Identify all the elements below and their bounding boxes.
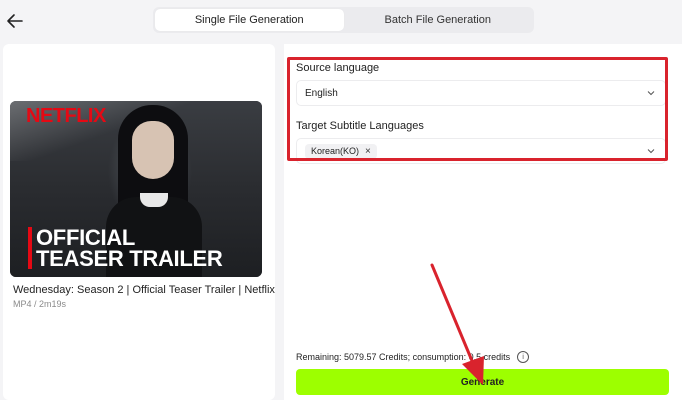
tab-batch-file-generation[interactable]: Batch File Generation xyxy=(344,9,533,31)
generation-mode-tabs: Single File Generation Batch File Genera… xyxy=(153,7,534,33)
back-button[interactable] xyxy=(4,10,26,32)
annotation-highlight-box xyxy=(287,57,668,161)
video-meta: MP4 / 2m19s xyxy=(13,299,67,309)
video-title: Wednesday: Season 2 | Official Teaser Tr… xyxy=(13,284,275,296)
generate-button[interactable]: Generate xyxy=(296,369,669,395)
thumbnail-headline: OFFICIAL TEASER TRAILER xyxy=(28,227,223,270)
netflix-logo: NETFLIX xyxy=(26,105,106,127)
tab-single-file-generation[interactable]: Single File Generation xyxy=(155,9,344,31)
video-thumbnail[interactable]: NETFLIX OFFICIAL TEASER TRAILER xyxy=(10,101,262,277)
info-icon[interactable]: i xyxy=(517,351,530,363)
credits-remaining: Remaining: 5079.57 Credits; consumption:… xyxy=(296,351,530,363)
arrow-left-icon xyxy=(7,14,23,28)
